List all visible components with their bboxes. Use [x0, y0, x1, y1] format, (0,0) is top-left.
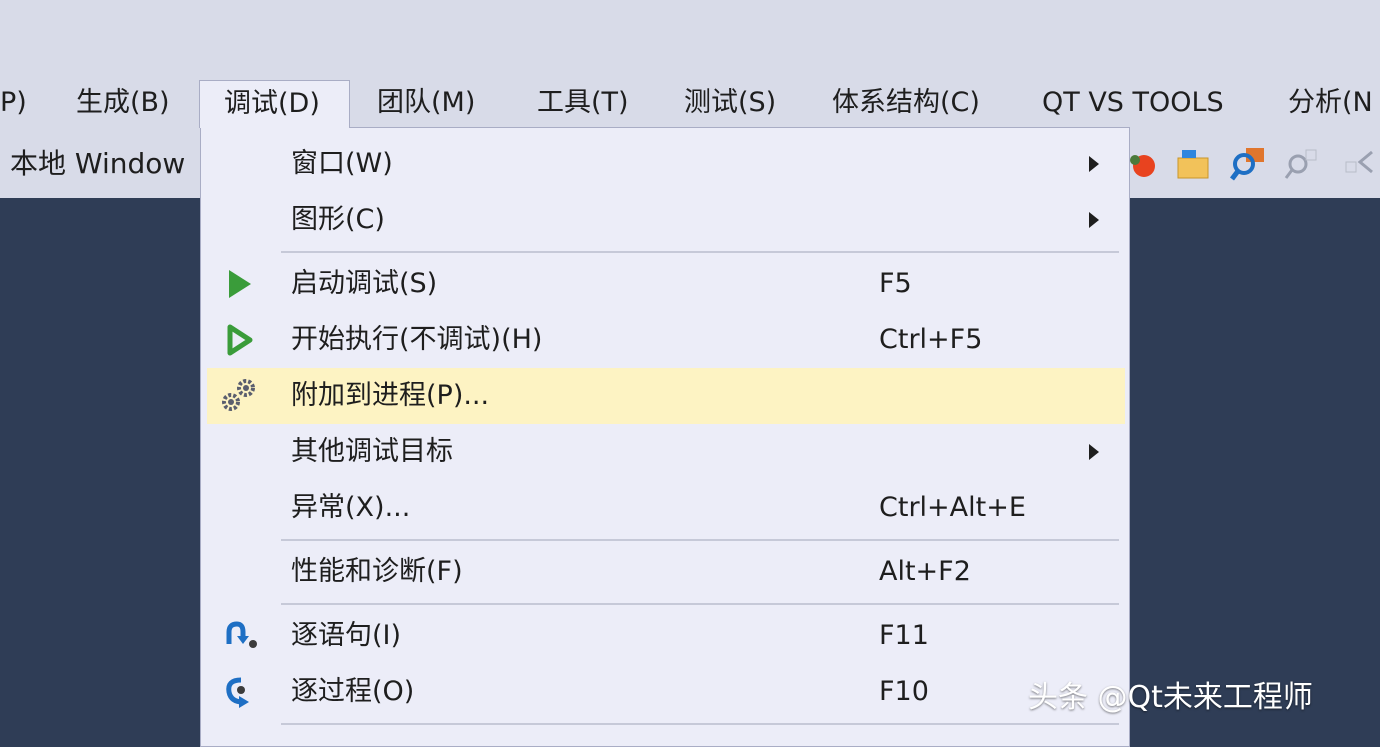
menu-item-label: 其他调试目标: [291, 436, 453, 467]
menu-separator: [281, 539, 1119, 541]
menu-tools[interactable]: 工具(T): [537, 78, 629, 128]
menu-qt-vs-tools[interactable]: QT VS TOOLS: [1042, 78, 1224, 128]
menu-item-label: 附加到进程(P)...: [291, 380, 490, 411]
menu-item-shortcut: F5: [879, 268, 912, 299]
menu-item-label: 逐语句(I): [291, 620, 402, 651]
menu-separator: [281, 251, 1119, 253]
menu-item-label: 性能和诊断(F): [291, 556, 463, 587]
debug-menu-dropdown: 窗口(W) 图形(C) 启动调试(S) F5 开始执行(不调试)(H) Ctrl…: [200, 127, 1130, 747]
menu-item-performance-diagnostics[interactable]: 性能和诊断(F) Alt+F2: [201, 544, 1129, 600]
menu-item-graphics[interactable]: 图形(C): [201, 192, 1129, 248]
play-icon: [229, 270, 251, 298]
zoom-icon[interactable]: [1284, 146, 1320, 182]
menu-analyze[interactable]: 分析(N: [1288, 78, 1373, 128]
menu-bar: P) 生成(B) 调试(D) 团队(M) 工具(T) 测试(S) 体系结构(C)…: [0, 78, 1380, 128]
menu-item-window[interactable]: 窗口(W): [201, 136, 1129, 192]
menu-item-label: 图形(C): [291, 204, 385, 235]
menu-item-step-over[interactable]: 逐过程(O) F10: [201, 664, 1129, 720]
menu-separator: [281, 603, 1119, 605]
menu-separator: [281, 723, 1119, 725]
open-folder-icon[interactable]: [1176, 146, 1212, 182]
step-into-icon: [226, 621, 257, 648]
menu-test[interactable]: 测试(S): [684, 78, 776, 128]
menu-item-step-into[interactable]: 逐语句(I) F11: [201, 608, 1129, 664]
menu-debug[interactable]: 调试(D): [199, 80, 350, 128]
menu-item-label: 窗口(W): [291, 148, 393, 179]
menu-item-shortcut: Ctrl+Alt+E: [879, 492, 1026, 523]
title-area: [0, 0, 1380, 78]
menu-item-shortcut: F10: [879, 676, 929, 707]
step-over-icon: [226, 677, 249, 708]
submenu-arrow-icon: [1089, 156, 1099, 172]
back-arrow-icon[interactable]: [1342, 146, 1378, 182]
menu-item-shortcut: Ctrl+F5: [879, 324, 983, 355]
menu-item-shortcut: Alt+F2: [879, 556, 971, 587]
menu-build[interactable]: 生成(B): [76, 78, 170, 128]
menu-project-partial[interactable]: P): [0, 78, 27, 128]
submenu-arrow-icon: [1089, 444, 1099, 460]
menu-item-attach-to-process[interactable]: 附加到进程(P)...: [207, 368, 1125, 424]
menu-item-label: 异常(X)...: [291, 492, 411, 523]
debug-target-dropdown[interactable]: 本地 Window: [10, 142, 185, 182]
menu-item-start-debugging[interactable]: 启动调试(S) F5: [201, 256, 1129, 312]
menu-item-start-without-debugging[interactable]: 开始执行(不调试)(H) Ctrl+F5: [201, 312, 1129, 368]
submenu-arrow-icon: [1089, 212, 1099, 228]
play-outline-icon: [227, 324, 253, 356]
menu-item-label: 启动调试(S): [291, 268, 438, 299]
menu-item-other-debug-targets[interactable]: 其他调试目标: [201, 424, 1129, 480]
menu-item-label: 逐过程(O): [291, 676, 415, 707]
watermark: 头条 @Qt未来工程师: [1028, 680, 1313, 715]
menu-item-exceptions[interactable]: 异常(X)... Ctrl+Alt+E: [201, 480, 1129, 536]
menu-item-label: 开始执行(不调试)(H): [291, 324, 543, 355]
menu-item-shortcut: F11: [879, 620, 929, 651]
menu-architecture[interactable]: 体系结构(C): [832, 78, 980, 128]
gears-icon: [222, 379, 255, 411]
find-icon[interactable]: [1230, 146, 1266, 182]
menu-team[interactable]: 团队(M): [377, 78, 475, 128]
